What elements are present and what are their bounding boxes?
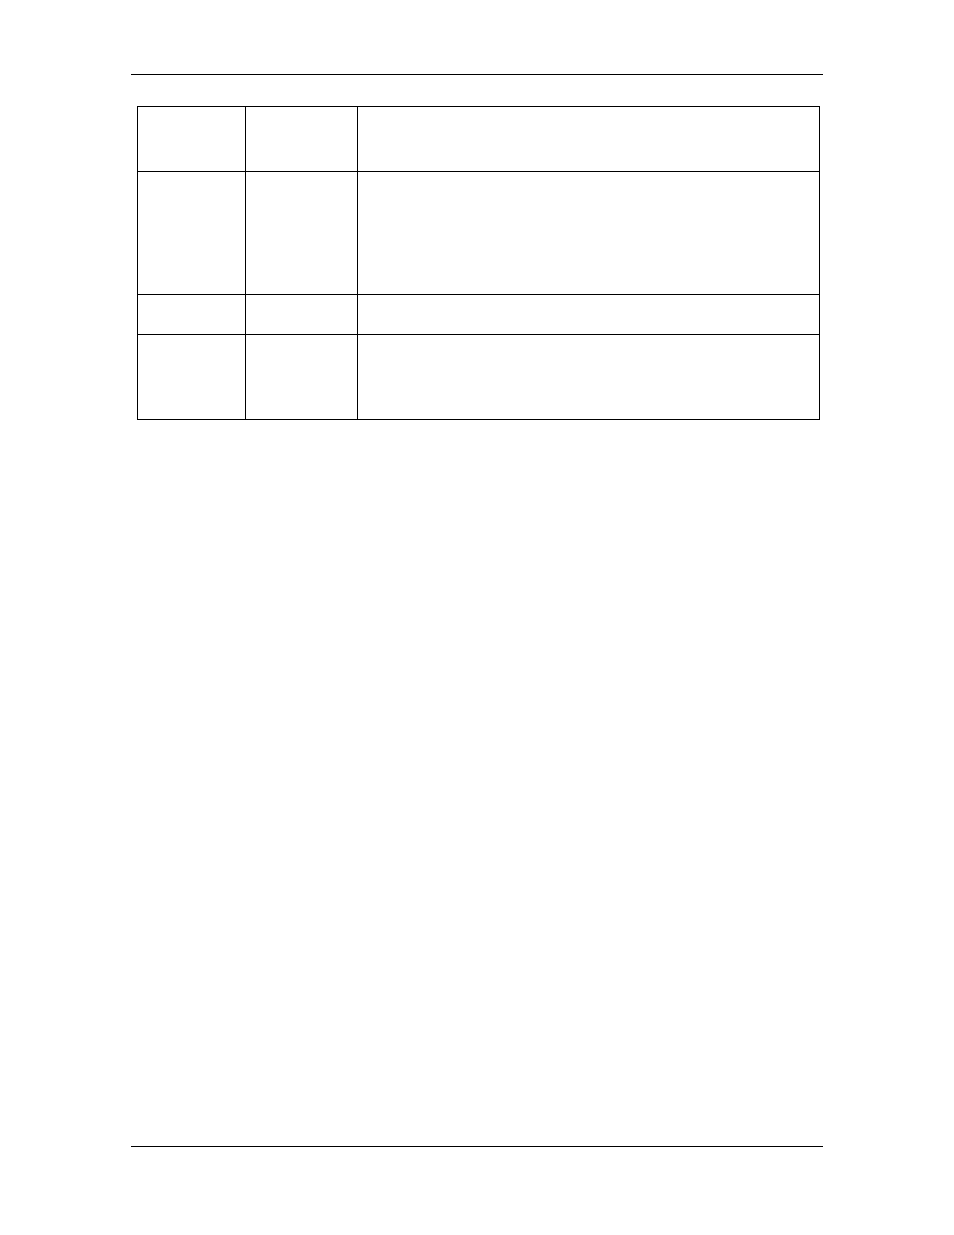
page [0,0,954,1235]
table-row [138,107,820,172]
table-cell [245,107,357,172]
table-cell [245,295,357,335]
table-row [138,335,820,420]
header-rule [131,74,823,75]
table-row [138,295,820,335]
table-cell [357,335,819,420]
table-cell [357,172,819,295]
table-cell [357,107,819,172]
table-cell [245,335,357,420]
table-row [138,172,820,295]
table-cell [357,295,819,335]
content-table [137,106,820,420]
table-cell [245,172,357,295]
footer-rule [131,1146,823,1147]
table-cell [138,295,246,335]
table-cell [138,335,246,420]
table-cell [138,172,246,295]
table-cell [138,107,246,172]
